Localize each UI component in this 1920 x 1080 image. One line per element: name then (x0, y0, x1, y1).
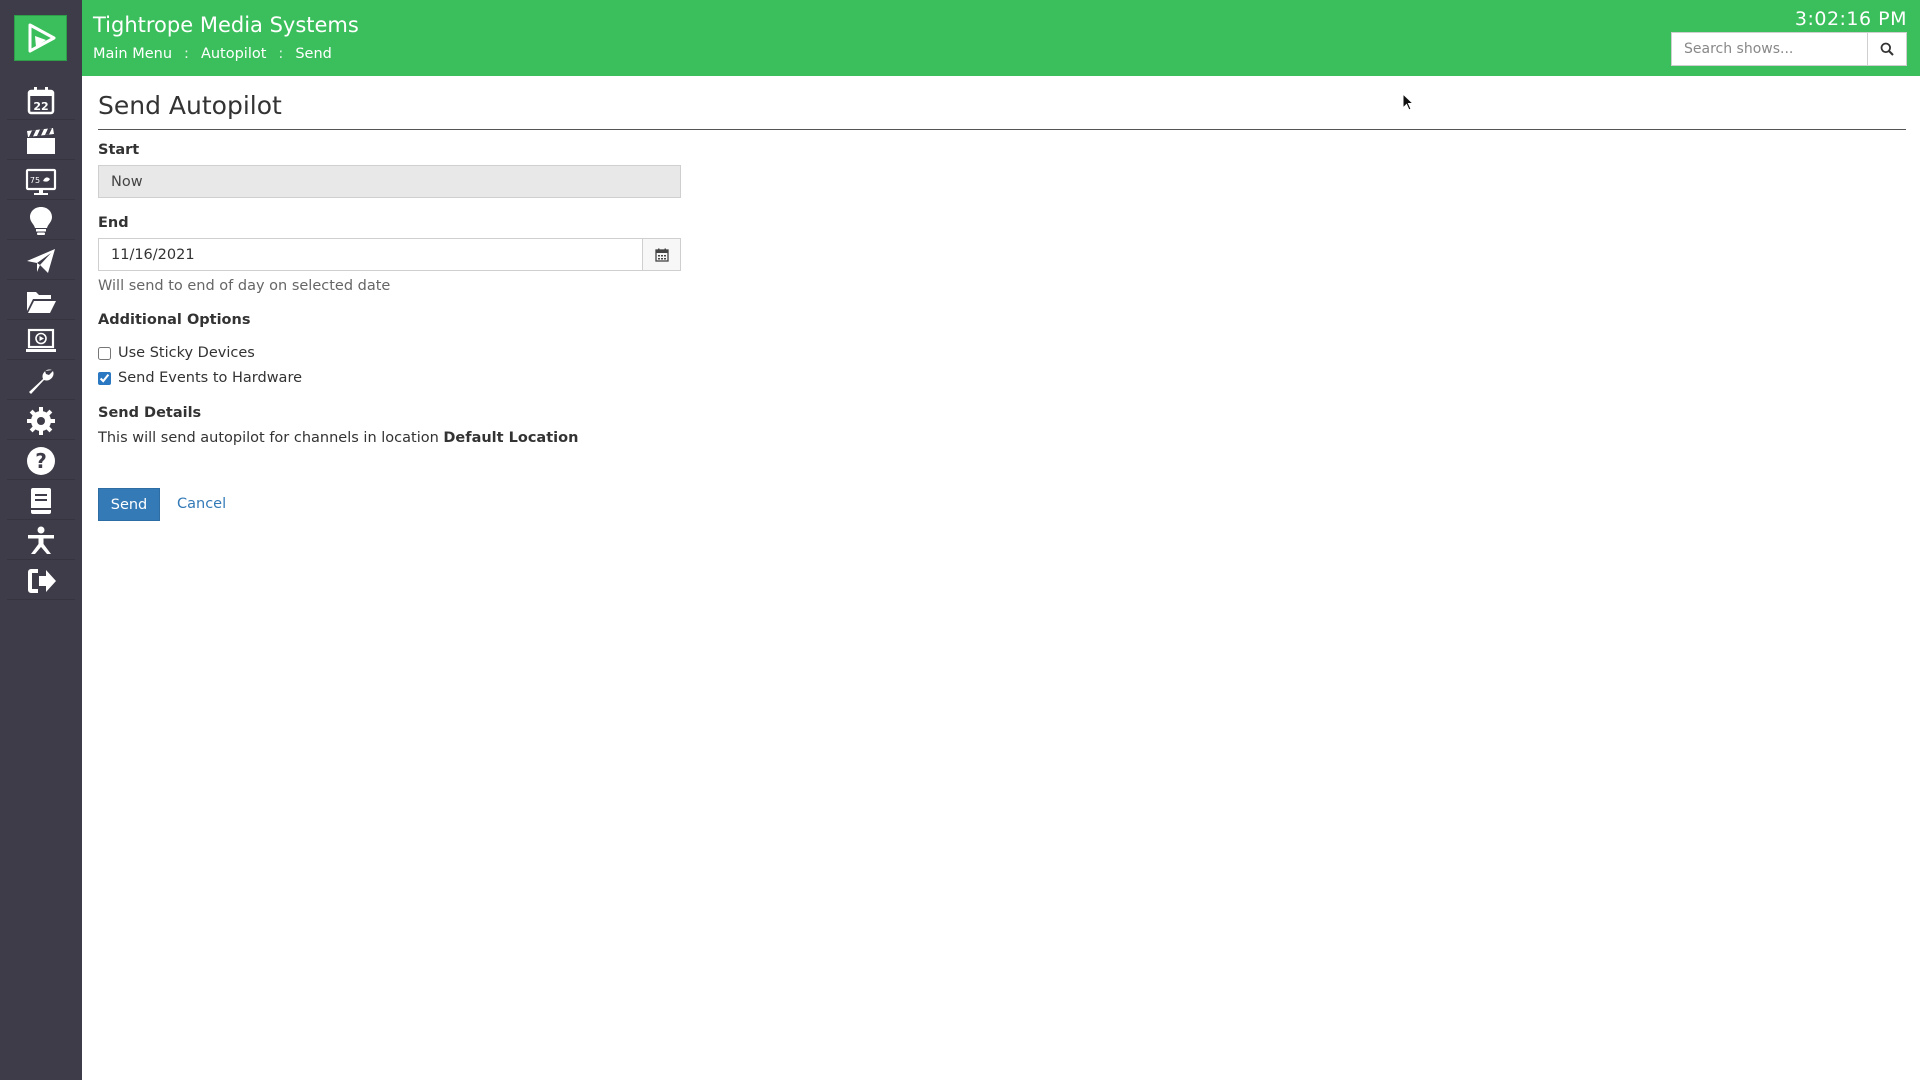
start-field: Now (98, 165, 681, 198)
sidebar-item-send[interactable] (7, 242, 75, 280)
sidebar-item-ideas[interactable] (7, 202, 75, 240)
sidebar-item-help[interactable]: ? (7, 442, 75, 480)
start-label: Start (98, 142, 140, 158)
send-details-description: This will send autopilot for channels in… (98, 430, 439, 446)
sidebar: 22 75 ? (0, 0, 82, 1080)
search-input[interactable] (1671, 32, 1867, 66)
send-events-option: Send Events to Hardware (98, 370, 302, 386)
title-divider (98, 129, 1906, 130)
breadcrumb-main-menu[interactable]: Main Menu (93, 46, 172, 62)
sign-out-icon (28, 568, 56, 593)
sidebar-item-playback[interactable] (7, 322, 75, 360)
clock: 3:02:16 PM (1794, 8, 1907, 30)
top-header: Tightrope Media Systems Main Menu : Auto… (82, 0, 1920, 76)
sticky-devices-option: Use Sticky Devices (98, 345, 255, 361)
sidebar-item-logout[interactable] (7, 562, 75, 600)
search-box (1671, 32, 1907, 66)
page-title: Send Autopilot (98, 91, 282, 120)
sidebar-item-accessibility[interactable] (7, 522, 75, 560)
calendar-icon (654, 248, 669, 262)
home-logo-button[interactable] (14, 15, 67, 61)
app-title: Tightrope Media Systems (93, 13, 359, 37)
send-events-checkbox[interactable] (98, 371, 111, 385)
sticky-devices-label: Use Sticky Devices (118, 345, 255, 361)
clapperboard-icon (27, 127, 55, 154)
end-label: End (98, 215, 129, 231)
wrench-icon (29, 369, 54, 394)
sidebar-item-shows[interactable] (7, 122, 75, 160)
folder-open-icon (27, 291, 56, 313)
send-details-heading: Send Details (98, 405, 202, 421)
send-details-text: This will send autopilot for channels in… (98, 430, 578, 446)
end-date-input[interactable] (98, 238, 643, 271)
cancel-link[interactable]: Cancel (177, 496, 226, 512)
start-value: Now (111, 173, 143, 190)
breadcrumb-autopilot[interactable]: Autopilot (201, 46, 266, 62)
end-help-text: Will send to end of day on selected date (98, 278, 391, 294)
play-logo-icon (28, 23, 55, 53)
send-events-label: Send Events to Hardware (118, 370, 303, 386)
paper-plane-icon (27, 248, 55, 273)
sidebar-item-bulletin[interactable]: 75 (7, 162, 75, 200)
question-circle-icon: ? (27, 446, 55, 475)
sticky-devices-checkbox[interactable] (98, 346, 111, 360)
search-button[interactable] (1867, 32, 1907, 66)
svg-text:22: 22 (33, 100, 48, 113)
sidebar-item-schedule[interactable]: 22 (7, 82, 75, 120)
gear-icon (27, 406, 55, 435)
breadcrumb-send[interactable]: Send (295, 46, 332, 62)
send-button[interactable]: Send (98, 488, 160, 521)
accessibility-icon (28, 526, 54, 554)
search-icon (1880, 42, 1894, 56)
calendar-icon: 22 (27, 86, 55, 114)
monitor-play-icon (26, 328, 56, 352)
mouse-cursor-icon (1402, 93, 1414, 111)
sidebar-item-docs[interactable] (7, 482, 75, 520)
lightbulb-icon (30, 206, 52, 235)
sidebar-item-settings[interactable] (7, 402, 75, 440)
svg-text:?: ? (35, 449, 47, 473)
sidebar-item-tools[interactable] (7, 362, 75, 400)
breadcrumb-separator: : (278, 46, 284, 62)
book-icon (31, 487, 51, 514)
svg-text:75: 75 (30, 176, 40, 185)
breadcrumb: Main Menu : Autopilot : Send (93, 46, 332, 62)
bulletin-display-icon: 75 (25, 168, 57, 195)
date-picker-button[interactable] (642, 238, 681, 271)
location-name: Default Location (443, 430, 579, 446)
breadcrumb-separator: : (184, 46, 189, 62)
additional-options-heading: Additional Options (98, 312, 251, 328)
sidebar-item-files[interactable] (7, 282, 75, 320)
